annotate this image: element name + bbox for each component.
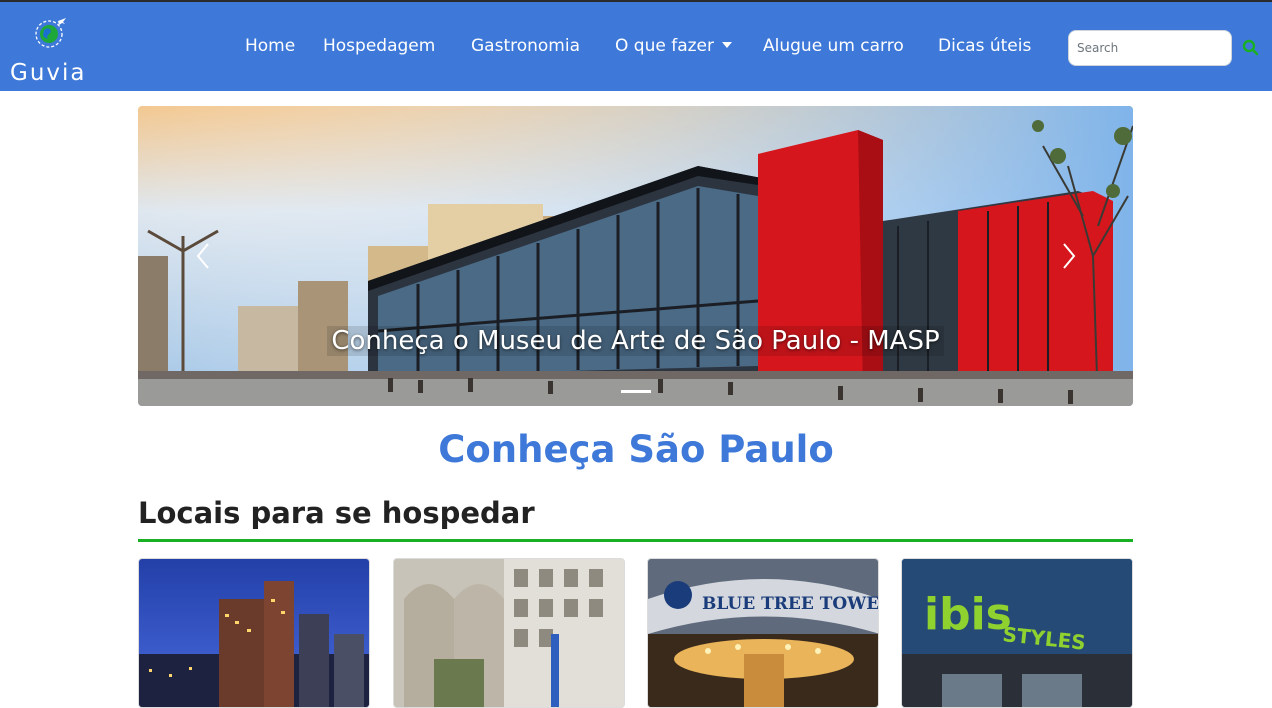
hotel-card[interactable]: BLUE TREE TOWER: [647, 558, 879, 708]
hotel-image: [139, 559, 369, 707]
section-title: Locais para se hospedar: [138, 496, 535, 530]
globe-plane-icon: [35, 18, 66, 48]
carousel-indicator[interactable]: [620, 390, 651, 393]
hotel-image: BLUE TREE TOWER: [648, 559, 879, 707]
nav-item-home[interactable]: Home: [245, 36, 295, 56]
hotel-card[interactable]: ibis STYLES: [901, 558, 1133, 708]
navbar: Guvia Home Hospedagem Gastronomia O que …: [0, 0, 1272, 91]
search-icon[interactable]: [1242, 39, 1260, 57]
carousel-indicators: [138, 378, 1133, 397]
hotel-card[interactable]: [138, 558, 370, 708]
search-input[interactable]: [1068, 30, 1232, 66]
brand-logo[interactable]: Guvia: [8, 12, 108, 86]
brand-name: Guvia: [10, 60, 87, 86]
hotel-sign-text: BLUE TREE TOWER: [702, 594, 879, 614]
carousel-caption-text: Conheça o Museu de Arte de São Paulo - M…: [327, 326, 944, 356]
page-title: Conheça São Paulo: [438, 428, 834, 471]
nav-item-alugue-um-carro[interactable]: Alugue um carro: [763, 36, 904, 56]
carousel-caption: Conheça o Museu de Arte de São Paulo - M…: [138, 326, 1133, 356]
nav-item-o-que-fazer[interactable]: O que fazer: [615, 36, 732, 56]
hotel-card[interactable]: [393, 558, 625, 708]
hero-carousel: Conheça o Museu de Arte de São Paulo - M…: [138, 106, 1133, 406]
chevron-left-icon[interactable]: [192, 240, 216, 272]
nav-item-o-que-fazer-label: O que fazer: [615, 36, 714, 56]
hotel-image: [394, 559, 624, 707]
nav-item-gastronomia[interactable]: Gastronomia: [471, 36, 580, 56]
section-divider: [138, 539, 1133, 542]
hotel-sign-text: ibis: [924, 589, 1012, 640]
masp-slide-image: [138, 106, 1133, 406]
nav-item-dicas-uteis[interactable]: Dicas úteis: [938, 36, 1031, 56]
chevron-right-icon[interactable]: [1056, 240, 1080, 272]
caret-down-icon: [722, 42, 732, 48]
nav-item-hospedagem[interactable]: Hospedagem: [323, 36, 435, 56]
hotel-image: ibis STYLES: [902, 559, 1132, 707]
